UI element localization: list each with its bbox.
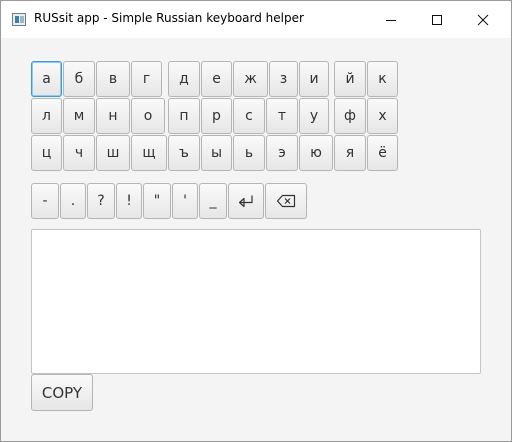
key-i-short[interactable]: й — [334, 61, 366, 97]
key-a[interactable]: а — [31, 61, 62, 97]
key-soft-sign[interactable]: ь — [233, 135, 265, 171]
key-shcha[interactable]: щ — [131, 135, 167, 171]
key-ef[interactable]: ф — [334, 98, 366, 134]
key-em[interactable]: м — [63, 98, 95, 134]
key-tse[interactable]: ц — [31, 135, 62, 171]
key-ya[interactable]: я — [334, 135, 366, 171]
key-es[interactable]: с — [233, 98, 265, 134]
key-exclamation[interactable]: ! — [116, 183, 142, 219]
text-area[interactable] — [31, 229, 481, 374]
key-double-quote[interactable]: " — [143, 183, 171, 219]
key-ve[interactable]: в — [96, 61, 130, 97]
key-pe[interactable]: п — [168, 98, 200, 134]
close-icon — [477, 14, 489, 25]
close-button[interactable] — [460, 1, 506, 38]
key-apostrophe[interactable]: ' — [172, 183, 198, 219]
minimize-button[interactable] — [368, 1, 414, 38]
key-ge[interactable]: г — [131, 61, 162, 97]
key-ka[interactable]: к — [367, 61, 398, 97]
key-en[interactable]: н — [96, 98, 130, 134]
key-o[interactable]: о — [131, 98, 165, 134]
key-kha[interactable]: х — [367, 98, 398, 134]
key-zhe[interactable]: ж — [233, 61, 268, 97]
maximize-button[interactable] — [414, 1, 460, 38]
key-che[interactable]: ч — [63, 135, 95, 171]
window-title: RUSsit app - Simple Russian keyboard hel… — [34, 11, 304, 25]
key-yo[interactable]: ё — [367, 135, 398, 171]
key-ze[interactable]: з — [269, 61, 298, 97]
key-de[interactable]: д — [168, 61, 200, 97]
maximize-icon — [432, 14, 442, 25]
key-underscore[interactable]: _ — [199, 183, 227, 219]
app-window: RUSsit app - Simple Russian keyboard hel… — [0, 0, 512, 442]
key-sha[interactable]: ш — [96, 135, 130, 171]
key-te[interactable]: т — [266, 98, 298, 134]
key-hard-sign[interactable]: ъ — [168, 135, 200, 171]
copy-button[interactable]: COPY — [31, 374, 93, 411]
backspace-icon — [276, 194, 296, 208]
key-i[interactable]: и — [299, 61, 329, 97]
key-el[interactable]: л — [31, 98, 62, 134]
key-be[interactable]: б — [63, 61, 95, 97]
key-yery[interactable]: ы — [201, 135, 232, 171]
app-icon — [12, 13, 26, 26]
key-period[interactable]: . — [60, 183, 86, 219]
key-question[interactable]: ? — [87, 183, 115, 219]
key-enter[interactable] — [228, 183, 264, 219]
title-bar: RUSsit app - Simple Russian keyboard hel… — [1, 1, 511, 38]
key-dash[interactable]: - — [31, 183, 59, 219]
key-er[interactable]: р — [201, 98, 232, 134]
key-e-rev[interactable]: э — [266, 135, 298, 171]
key-yu[interactable]: ю — [299, 135, 333, 171]
minimize-icon — [386, 19, 396, 21]
key-backspace[interactable] — [265, 183, 307, 219]
key-ye[interactable]: е — [201, 61, 232, 97]
key-u[interactable]: у — [299, 98, 329, 134]
return-key-icon — [238, 195, 253, 208]
